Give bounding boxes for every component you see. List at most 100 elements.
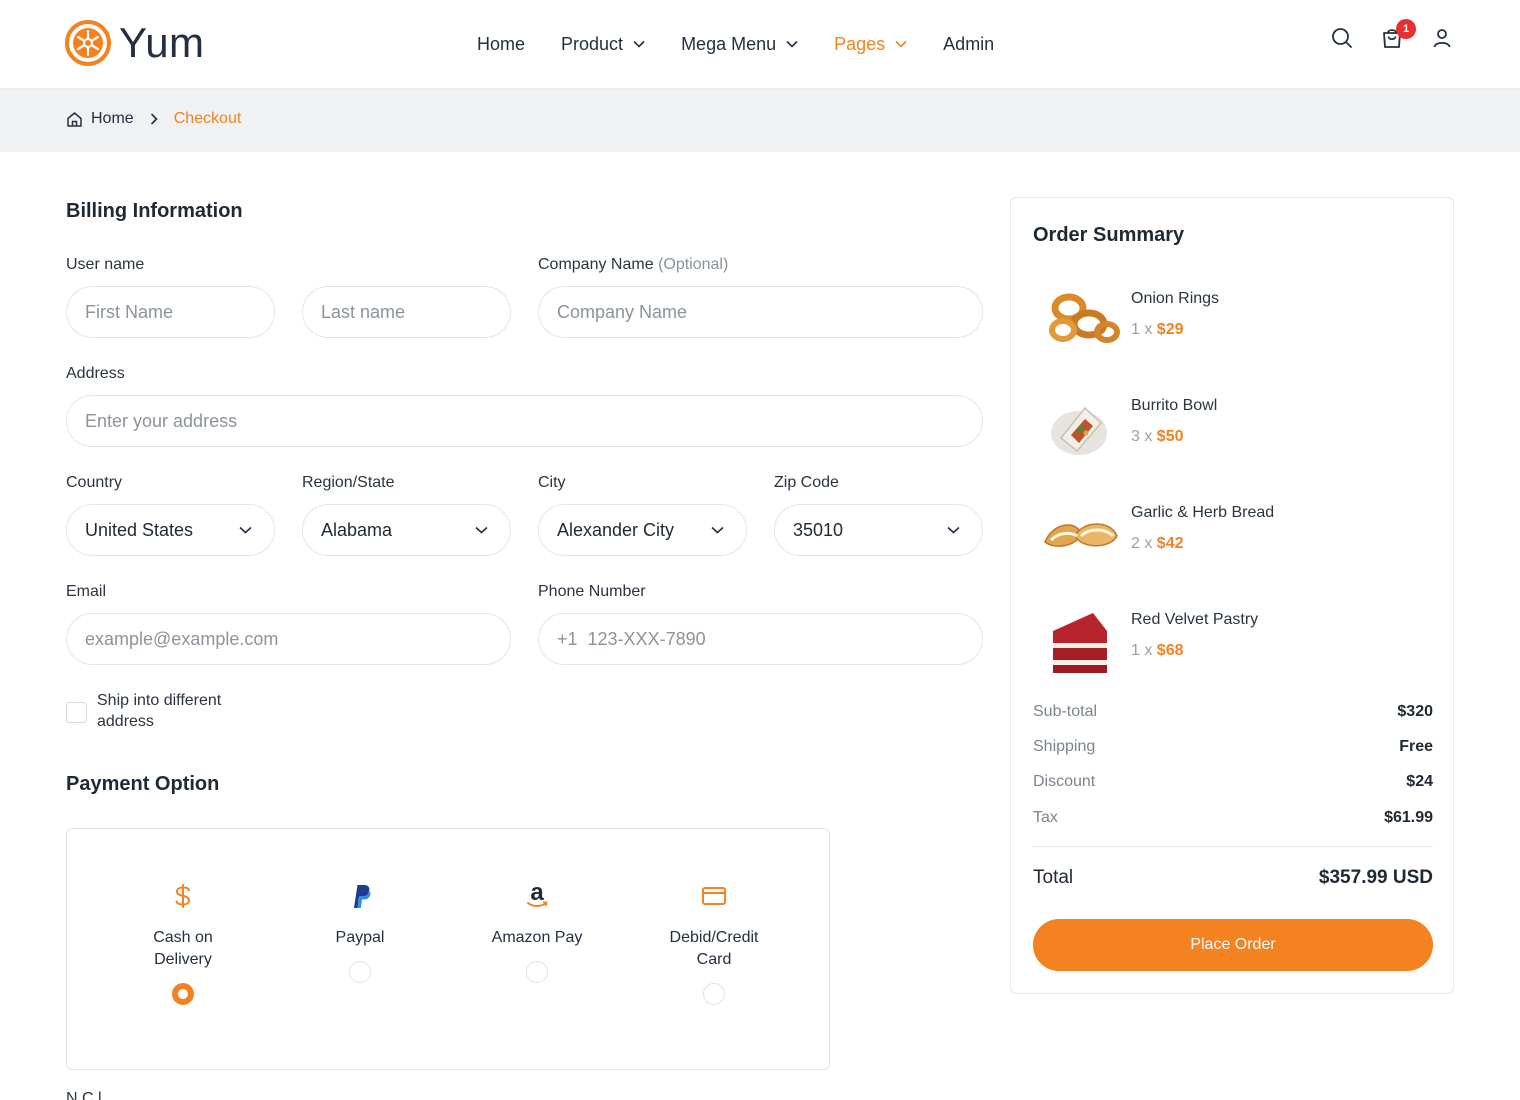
breadcrumb: Home Checkout [66,110,241,128]
list-item: Onion Rings 1 x $29 [1033,286,1433,356]
region-select[interactable]: Alabama [302,504,511,556]
brand-logo[interactable]: Yum [65,20,205,66]
item-qty: 2 x $42 [1131,535,1184,552]
first-name-input[interactable] [66,286,275,338]
item-name: Burrito Bowl [1131,397,1218,414]
zip-label: Zip Code [774,474,839,491]
company-label-text: Company Name [538,256,654,273]
discount-row: Discount $24 [1033,773,1433,791]
chevron-down-icon [786,40,798,48]
company-name-input[interactable] [538,286,983,338]
ship-different-checkbox[interactable] [66,702,87,723]
nav-item-mega-menu[interactable]: Mega Menu [681,34,798,55]
item-name: Red Velvet Pastry [1131,611,1259,628]
payment-options-box: Cash on Delivery Paypal a Amazon Pay Deb… [66,828,830,1070]
billing-title: Billing Information [66,200,243,222]
nav-label: Pages [834,33,886,54]
city-select[interactable]: Alexander City [538,504,747,556]
email-input[interactable] [66,613,511,665]
shipping-value: Free [1399,738,1433,755]
payment-option-paypal[interactable]: Paypal [280,881,440,983]
payment-option-amazon[interactable]: a Amazon Pay [457,881,617,983]
payment-label: Paypal [335,929,385,946]
ship-different-label: Ship into different address [97,692,222,730]
chevron-down-icon [475,526,488,534]
nav-label: Mega Menu [681,33,777,54]
address-label: Address [66,365,125,382]
nav-label: Product [561,33,624,54]
logo-icon [65,20,111,66]
city-label: City [538,474,566,491]
user-icon[interactable] [1430,26,1454,50]
item-price: $50 [1156,428,1184,445]
site-header: Yum Home Product Mega Menu Pages Admin 1 [0,0,1520,89]
company-optional-text: (Optional) [658,256,729,273]
country-value: United States [85,519,194,540]
place-order-button[interactable]: Place Order [1033,919,1433,971]
search-icon[interactable] [1330,26,1354,50]
main-nav: Home Product Mega Menu Pages Admin [477,30,1030,58]
company-label: Company Name (Optional) [538,256,728,274]
zip-select[interactable]: 35010 [774,504,983,556]
shipping-label: Shipping [1033,738,1096,755]
onion-rings-image [1049,293,1120,343]
payment-radio-cash[interactable] [172,983,194,1005]
dollar-icon [175,884,191,908]
chevron-down-icon [239,526,252,534]
item-qty-value: 1 [1131,642,1140,659]
country-select[interactable]: United States [66,504,275,556]
item-qty: 3 x $50 [1131,428,1184,445]
shipping-row: Shipping Free [1033,738,1433,756]
item-qty-value: 3 [1131,428,1140,445]
region-label: Region/State [302,474,395,491]
chevron-down-icon [711,526,724,534]
breadcrumb-current: Checkout [173,110,242,127]
nav-item-home[interactable]: Home [477,34,525,55]
total-row: Total $357.99 USD [1033,867,1433,889]
payment-radio-card[interactable] [703,983,725,1005]
cart-button[interactable]: 1 [1380,19,1416,50]
nav-label: Home [477,33,526,54]
amazon-icon: a [527,881,548,907]
list-item: Red Velvet Pastry 1 x $68 [1033,607,1433,677]
nav-label: Admin [943,33,995,54]
payment-option-card[interactable]: Debid/Credit Card [634,881,794,1005]
payment-radio-amazon[interactable] [526,961,548,983]
nav-item-pages[interactable]: Pages [834,34,907,55]
garlic-bread-image [1044,523,1118,547]
zip-value: 35010 [793,519,844,540]
item-price: $42 [1156,535,1184,552]
header-actions: 1 [1330,19,1454,50]
username-label: User name [66,256,145,273]
payment-radio-paypal[interactable] [349,961,371,983]
chevron-down-icon [895,40,907,48]
phone-label: Phone Number [538,583,646,600]
item-qty: 1 x $29 [1131,321,1184,338]
discount-label: Discount [1033,773,1096,790]
home-icon [67,111,82,127]
item-name: Onion Rings [1131,290,1220,307]
breadcrumb-bar: Home Checkout [0,89,1520,152]
breadcrumb-home[interactable]: Home [66,110,134,128]
tax-label: Tax [1033,809,1058,826]
subtotal-value: $320 [1397,703,1433,720]
payment-option-cash[interactable]: Cash on Delivery [103,881,263,1005]
svg-text:a: a [530,881,544,906]
item-qty-value: 2 [1131,535,1140,552]
address-input[interactable] [66,395,983,447]
item-qty-value: 1 [1131,321,1140,338]
item-name: Garlic & Herb Bread [1131,504,1275,521]
payment-title: Payment Option [66,773,220,795]
breadcrumb-home-label: Home [91,110,134,127]
summary-title: Order Summary [1033,224,1185,246]
phone-input[interactable] [538,613,983,665]
red-velvet-pastry-image [1053,613,1107,673]
payment-label: Debid/Credit Card [669,929,759,968]
email-label: Email [66,583,107,600]
summary-divider [1033,846,1433,847]
total-label: Total [1033,867,1074,888]
nav-item-product[interactable]: Product [561,34,645,55]
chevron-down-icon [947,526,960,534]
last-name-input[interactable] [302,286,511,338]
nav-item-admin[interactable]: Admin [943,34,994,55]
